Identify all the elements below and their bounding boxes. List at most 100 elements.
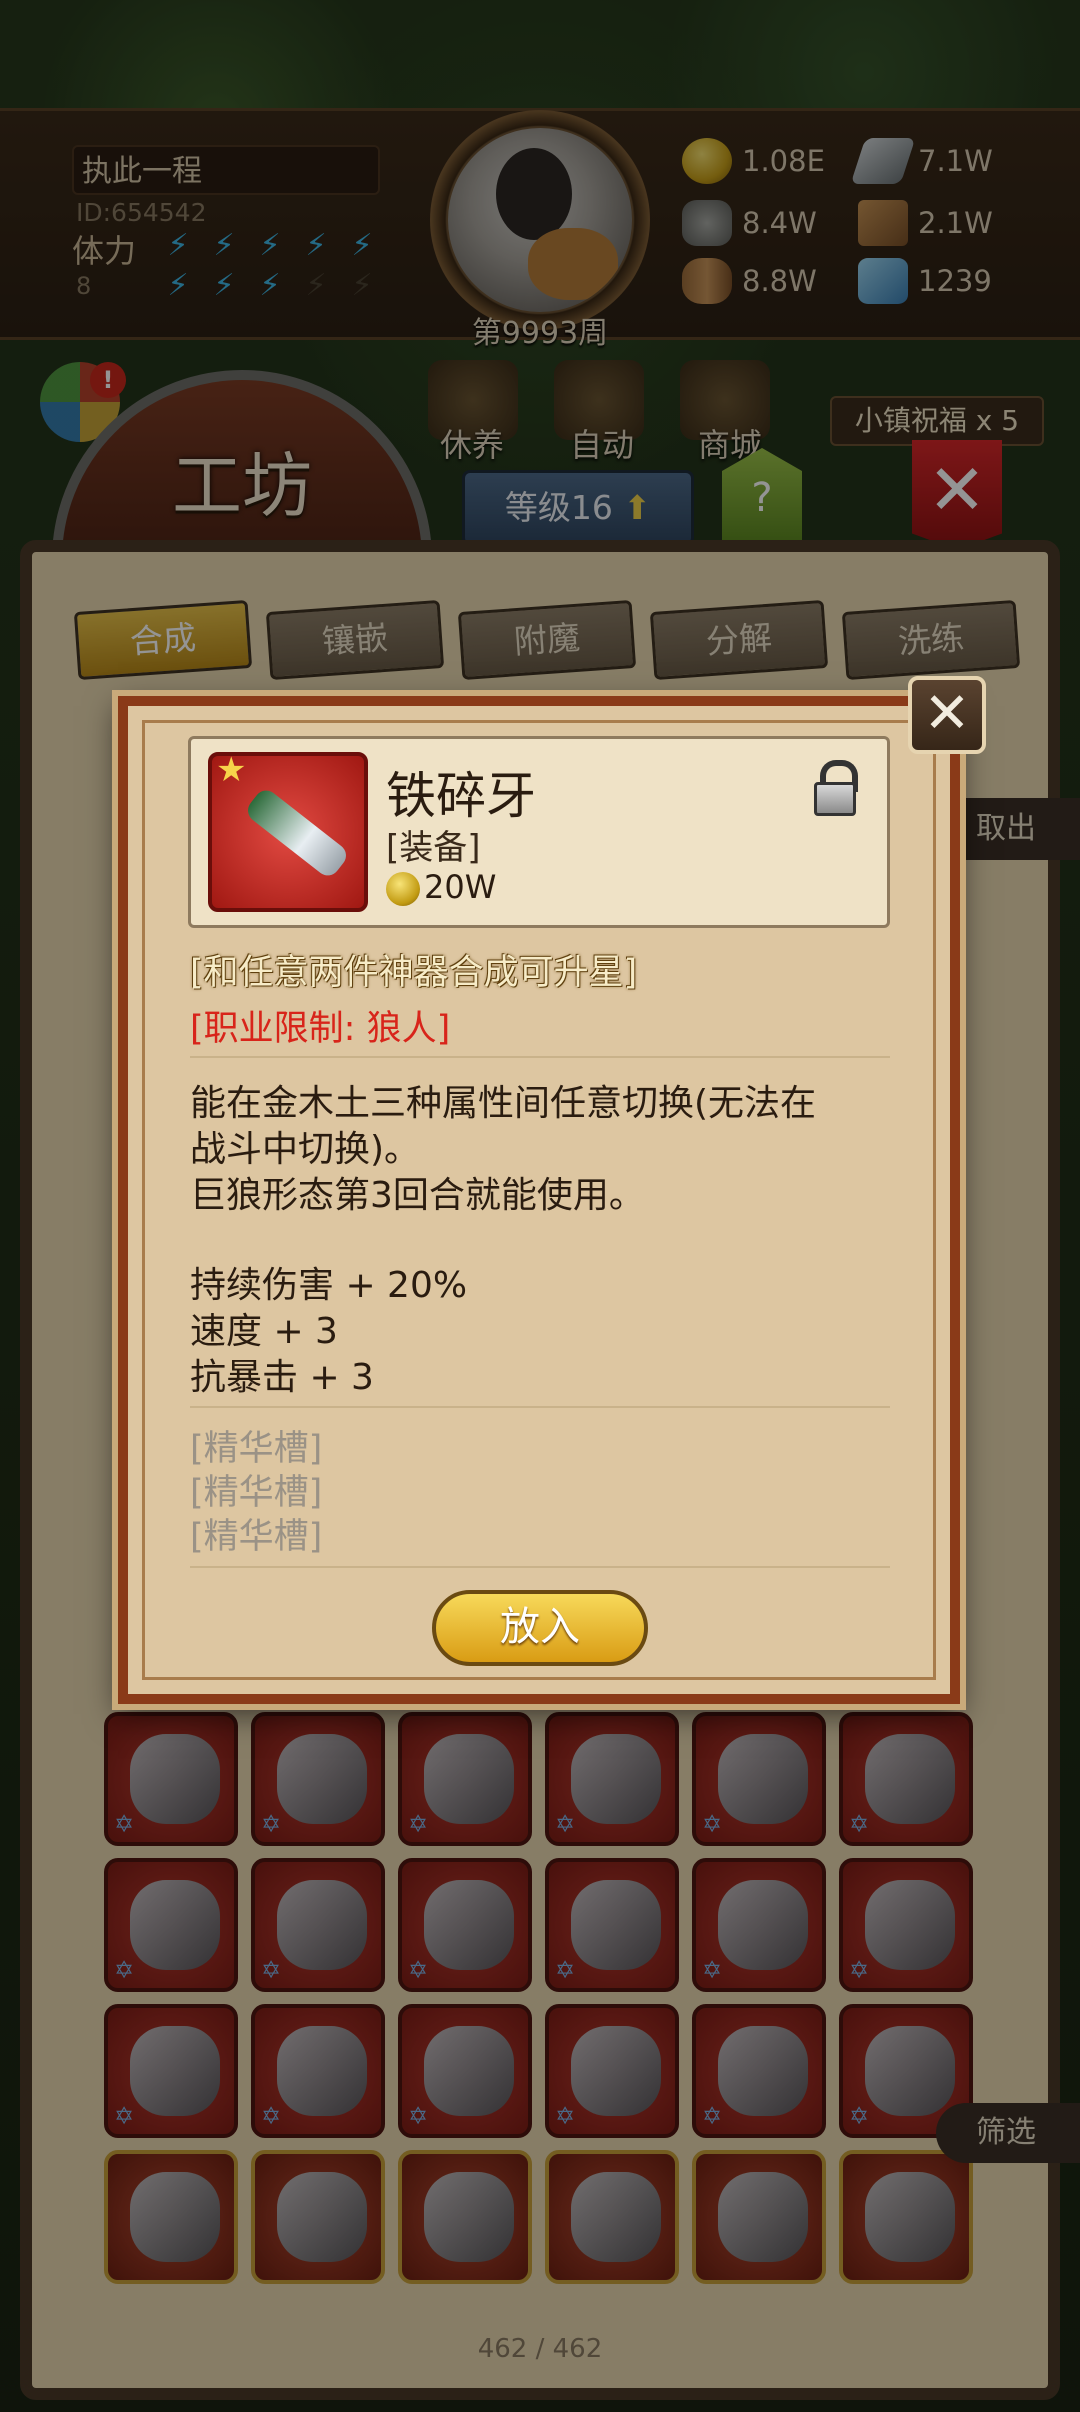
class-restriction: [职业限制: 狼人] bbox=[190, 1009, 451, 1049]
stamina-label: 体力 bbox=[72, 232, 137, 270]
lock-body bbox=[814, 782, 856, 816]
inventory-slot[interactable]: ✡ bbox=[545, 1858, 679, 1992]
take-out-button[interactable]: 取出 bbox=[946, 798, 1080, 860]
player-name[interactable]: 执此一程 bbox=[72, 145, 380, 195]
notification-badge: ! bbox=[90, 362, 126, 398]
inventory-grid: ✡ ✡ ✡ ✡ ✡ ✡ ✡ ✡ ✡ ✡ ✡ ✡ ✡ ✡ ✡ ✡ ✡ ✡ bbox=[104, 1712, 976, 2284]
wood-log-icon bbox=[682, 258, 732, 304]
resource-leather[interactable]: 2.1W bbox=[858, 200, 993, 246]
item-price: 20W bbox=[424, 868, 497, 906]
gold-ring-icon bbox=[424, 2026, 514, 2116]
auto-label[interactable]: 自动 bbox=[570, 420, 634, 466]
stamina-bolt-icon: ⚡ bbox=[305, 228, 327, 263]
crossed-swords-icon bbox=[424, 2172, 514, 2262]
ring-icon bbox=[130, 1880, 220, 1970]
stone-ore-icon bbox=[682, 200, 732, 246]
gold-coin-icon bbox=[386, 872, 420, 906]
resource-gold[interactable]: 1.08E bbox=[682, 138, 825, 184]
resource-wood[interactable]: 8.8W bbox=[682, 258, 817, 304]
rank-star-icon: ✡ bbox=[702, 1810, 723, 1838]
fire-orb-icon bbox=[865, 1734, 955, 1824]
inventory-slot[interactable]: ✡ bbox=[545, 1712, 679, 1846]
inventory-slot[interactable]: ✡ bbox=[398, 1858, 532, 1992]
popup-close-button[interactable]: ✕ bbox=[908, 676, 986, 754]
inventory-slot[interactable] bbox=[545, 2150, 679, 2284]
workshop-level-button[interactable]: 等级16 ⬆ bbox=[462, 470, 694, 546]
tab-synthesis[interactable]: 合成 bbox=[73, 600, 253, 680]
inventory-slot[interactable]: ✡ bbox=[692, 2004, 826, 2138]
inventory-slot[interactable]: ✡ bbox=[104, 1858, 238, 1992]
inventory-slot[interactable]: ✡ bbox=[398, 1712, 532, 1846]
stat-line: 速度 + 3 bbox=[190, 1311, 338, 1352]
stamina-bolt-icon: ⚡ bbox=[213, 268, 235, 303]
rank-star-icon: ✡ bbox=[261, 2102, 282, 2130]
put-in-button[interactable]: 放入 bbox=[432, 1590, 648, 1666]
inventory-slot[interactable]: ✡ bbox=[398, 2004, 532, 2138]
workshop-title: 工坊 bbox=[172, 445, 312, 527]
avatar-dog bbox=[528, 228, 618, 300]
rank-star-icon: ✡ bbox=[555, 1956, 576, 1984]
stamina-bar: ⚡ ⚡ ⚡ ⚡ ⚡ ⚡ ⚡ ⚡ ⚡ ⚡ bbox=[152, 225, 380, 305]
inventory-slot[interactable]: ✡ bbox=[104, 1712, 238, 1846]
inventory-slot[interactable]: ✡ bbox=[692, 1712, 826, 1846]
stamina-bolt-icon: ⚡ bbox=[167, 228, 189, 263]
inventory-slot[interactable] bbox=[839, 2150, 973, 2284]
item-description-line: 能在金木土三种属性间任意切换(无法在 bbox=[190, 1083, 817, 1124]
hammer-icon bbox=[130, 1734, 220, 1824]
arrow-up-icon: ⬆ bbox=[612, 488, 652, 527]
sword-icon bbox=[718, 1734, 808, 1824]
avatar[interactable] bbox=[448, 128, 632, 312]
level-label: 等级16 bbox=[504, 488, 613, 527]
tab-dismantle[interactable]: 分解 bbox=[649, 600, 829, 680]
rank-star-icon: ✡ bbox=[849, 1810, 870, 1838]
inventory-slot[interactable] bbox=[692, 2150, 826, 2284]
inventory-slot[interactable] bbox=[251, 2150, 385, 2284]
upgrade-note: [和任意两件神器合成可升星] bbox=[190, 953, 638, 993]
resource-value: 7.1W bbox=[918, 144, 993, 178]
pickaxe-icon bbox=[130, 2172, 220, 2262]
tab-inlay[interactable]: 镶嵌 bbox=[265, 600, 445, 680]
workshop-close-button[interactable]: ✕ bbox=[912, 440, 1002, 550]
spear-icon bbox=[424, 1734, 514, 1824]
resource-value: 1.08E bbox=[742, 144, 825, 178]
tab-enchant[interactable]: 附魔 bbox=[457, 600, 637, 680]
week-label: 第9993周 bbox=[471, 316, 609, 351]
resource-iron[interactable]: 7.1W bbox=[850, 138, 993, 184]
axe-icon bbox=[424, 1880, 514, 1970]
inventory-slot[interactable] bbox=[398, 2150, 532, 2284]
rank-star-icon: ✡ bbox=[408, 2102, 429, 2130]
inventory-slot[interactable]: ✡ bbox=[251, 1712, 385, 1846]
item-icon: ★ bbox=[208, 750, 368, 912]
inventory-slot[interactable]: ✡ bbox=[251, 1858, 385, 1992]
inventory-slot[interactable] bbox=[104, 2150, 238, 2284]
inventory-slot[interactable]: ✡ bbox=[839, 1858, 973, 1992]
armor-icon bbox=[865, 1880, 955, 1970]
rank-star-icon: ✡ bbox=[702, 1956, 723, 1984]
resource-crystal[interactable]: 1239 bbox=[858, 258, 992, 304]
item-name: 铁碎牙 bbox=[386, 767, 536, 825]
rank-star-icon: ✡ bbox=[702, 2102, 723, 2130]
stamina-bolt-icon: ⚡ bbox=[305, 268, 327, 303]
rest-label[interactable]: 休养 bbox=[440, 420, 504, 466]
star-icon: ★ bbox=[216, 750, 247, 790]
stat-line: 抗暴击 + 3 bbox=[190, 1357, 374, 1398]
tab-reforge[interactable]: 洗练 bbox=[841, 600, 1021, 680]
resource-stone[interactable]: 8.4W bbox=[682, 200, 817, 246]
inventory-slot[interactable]: ✡ bbox=[545, 2004, 679, 2138]
unlock-icon[interactable] bbox=[812, 760, 858, 816]
sword-icon bbox=[243, 785, 351, 881]
rank-star-icon: ✡ bbox=[408, 1810, 429, 1838]
dagger-icon bbox=[130, 2026, 220, 2116]
crossed-swords-icon bbox=[571, 2172, 661, 2262]
rank-star-icon: ✡ bbox=[849, 2102, 870, 2130]
divider bbox=[190, 1056, 890, 1058]
essence-slot: [精华槽] bbox=[190, 1517, 323, 1557]
inventory-slot[interactable]: ✡ bbox=[839, 1712, 973, 1846]
scythe-icon bbox=[277, 1734, 367, 1824]
inventory-slot[interactable]: ✡ bbox=[692, 1858, 826, 1992]
stamina-bolt-icon: ⚡ bbox=[167, 268, 189, 303]
inventory-slot[interactable]: ✡ bbox=[251, 2004, 385, 2138]
filter-button[interactable]: 筛选 bbox=[936, 2103, 1080, 2163]
inventory-slot[interactable]: ✡ bbox=[104, 2004, 238, 2138]
town-blessing-badge[interactable]: 小镇祝福 x 5 bbox=[830, 396, 1044, 446]
